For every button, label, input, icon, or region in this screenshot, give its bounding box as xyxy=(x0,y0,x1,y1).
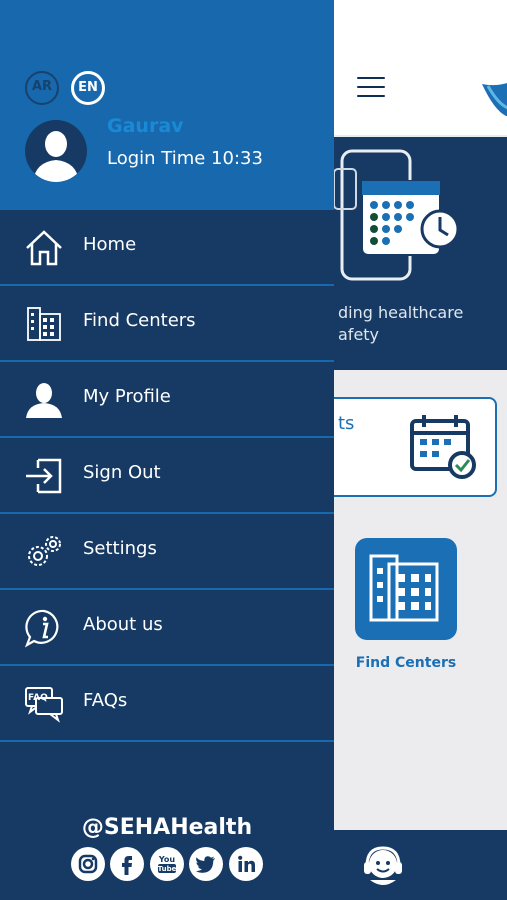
gears-icon xyxy=(28,536,61,566)
menu-item-about-us[interactable]: About us xyxy=(0,590,334,666)
bottom-bar xyxy=(334,830,507,900)
menu-item-label: Find Centers xyxy=(83,310,196,331)
drawer-menu: Home Find Centers My Profile Sign Out Se… xyxy=(0,210,334,742)
menu-item-label: Home xyxy=(83,234,137,255)
menu-item-my-profile[interactable]: My Profile xyxy=(0,362,334,438)
menu-item-find-centers[interactable]: Find Centers xyxy=(0,286,334,362)
info-bubble-icon xyxy=(24,609,59,648)
building-icon xyxy=(27,307,61,341)
hero-text: ding healthcare afety xyxy=(338,303,464,344)
seha-logo-icon xyxy=(482,83,507,116)
menu-item-label: Settings xyxy=(83,538,157,559)
find-centers-tile[interactable] xyxy=(355,538,457,640)
building-icon xyxy=(369,554,439,622)
avatar[interactable] xyxy=(25,120,87,182)
faq-icon: FAQ xyxy=(25,687,63,723)
menu-item-label: My Profile xyxy=(83,386,171,407)
menu-item-faqs[interactable]: FAQ FAQs xyxy=(0,666,334,742)
support-agent-icon[interactable] xyxy=(360,842,406,888)
hero-banner[interactable]: ding healthcare afety xyxy=(334,137,507,370)
menu-item-label: About us xyxy=(83,614,163,635)
youtube-icon[interactable]: You Tube xyxy=(150,847,184,881)
facebook-icon[interactable] xyxy=(110,847,144,881)
phone-calendar-icon xyxy=(334,149,460,281)
social-handle: @SEHAHealth xyxy=(81,815,253,840)
find-centers-tile-label: Find Centers xyxy=(355,655,457,671)
language-en-button[interactable]: EN xyxy=(71,71,105,105)
svg-text:Tube: Tube xyxy=(158,865,177,873)
menu-item-home[interactable]: Home xyxy=(0,210,334,286)
user-name: Gaurav xyxy=(107,115,184,137)
instagram-icon[interactable] xyxy=(71,847,105,881)
hamburger-menu-icon[interactable] xyxy=(357,77,385,99)
calendar-check-icon xyxy=(410,415,476,479)
user-silhouette-icon xyxy=(33,131,79,182)
svg-text:FAQ: FAQ xyxy=(28,693,48,703)
appointments-label: ts xyxy=(338,413,355,434)
svg-text:You: You xyxy=(158,855,176,864)
social-links: You Tube xyxy=(71,847,271,885)
navigation-drawer: AR EN Gaurav Login Time 10:33 Home Find … xyxy=(0,0,334,900)
menu-item-sign-out[interactable]: Sign Out xyxy=(0,438,334,514)
menu-item-label: Sign Out xyxy=(83,462,161,483)
linkedin-icon[interactable] xyxy=(229,847,263,881)
login-time: Login Time 10:33 xyxy=(107,148,263,169)
sign-out-icon xyxy=(26,458,62,494)
drawer-header: AR EN Gaurav Login Time 10:33 xyxy=(0,0,334,210)
menu-item-settings[interactable]: Settings xyxy=(0,514,334,590)
twitter-icon[interactable] xyxy=(189,847,223,881)
menu-item-label: FAQs xyxy=(83,690,128,711)
user-icon xyxy=(26,383,62,418)
home-icon xyxy=(26,230,62,266)
language-ar-button[interactable]: AR xyxy=(25,71,59,105)
